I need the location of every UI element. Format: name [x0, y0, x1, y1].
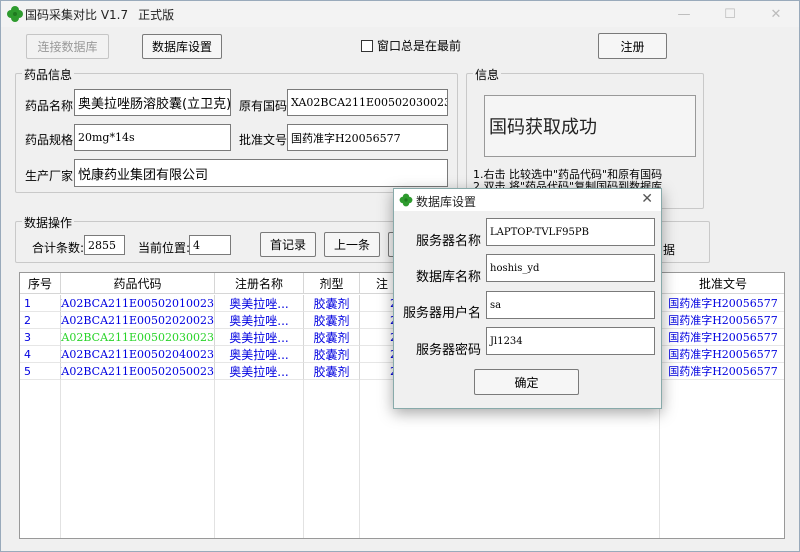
minimize-button[interactable]: —: [661, 1, 707, 27]
total-count-label: 合计条数:: [32, 241, 85, 255]
table-row-approval[interactable]: 国药准字H20056577: [660, 312, 784, 329]
title-bar: 国码采集对比 V1.7 正式版 — ☐ ✕: [1, 1, 799, 27]
dialog-title-bar: 数据库设置 ✕: [394, 189, 661, 211]
always-on-top-checkbox[interactable]: 窗口总是在最前: [361, 37, 461, 54]
server-name-label: 服务器名称: [416, 234, 482, 249]
prev-record-button[interactable]: 上一条: [324, 232, 380, 257]
table-row-name[interactable]: 奥美拉唑...: [215, 295, 304, 312]
connect-db-button[interactable]: 连接数据库: [26, 34, 109, 59]
maker-label: 生产厂家: [25, 169, 74, 183]
table-row-name[interactable]: 奥美拉唑...: [215, 346, 304, 363]
app-title: 国码采集对比 V1.7: [25, 8, 129, 22]
drug-spec-field[interactable]: 20mg*14s: [74, 124, 231, 151]
table-row-form[interactable]: 胶囊剂: [304, 312, 360, 329]
table-row-code[interactable]: XA02BCA211E005020500239: [61, 363, 215, 380]
drug-spec-label: 药品规格: [25, 133, 74, 147]
db-name-field[interactable]: hoshis_yd: [486, 254, 655, 282]
orig-code-label: 原有国码: [239, 99, 288, 113]
table-row-approval[interactable]: 国药准字H20056577: [660, 346, 784, 363]
maximize-button[interactable]: ☐: [707, 1, 753, 27]
table-row-form[interactable]: 胶囊剂: [304, 329, 360, 346]
col-divider: [214, 380, 215, 538]
col-header-no[interactable]: 序号: [20, 273, 61, 294]
checkbox-box[interactable]: [361, 39, 373, 52]
approval-label: 批准文号: [239, 133, 288, 147]
table-row-approval[interactable]: 国药准字H20056577: [660, 363, 784, 380]
col-header-name[interactable]: 注册名称: [215, 273, 304, 294]
table-row-no[interactable]: 2: [20, 312, 61, 329]
db-settings-dialog: 数据库设置 ✕ 服务器名称 LAPTOP-TVLF95PB 数据库名称 hosh…: [393, 188, 662, 409]
clover-icon: [399, 193, 413, 207]
table-row-code[interactable]: XA02BCA211E005020400239: [61, 346, 215, 363]
db-name-label: 数据库名称: [416, 270, 482, 285]
col-divider: [303, 380, 304, 538]
server-password-field[interactable]: Jl1234: [486, 327, 655, 355]
dialog-title: 数据库设置: [416, 195, 477, 209]
window-title: 国码采集对比 V1.7 正式版: [25, 6, 174, 23]
drug-name-field[interactable]: 奥美拉唑肠溶胶囊(立卫克): [74, 89, 231, 116]
col-header-code[interactable]: 药品代码: [61, 273, 215, 294]
server-user-label: 服务器用户名: [403, 306, 482, 321]
info-group-label: 信息: [473, 66, 502, 83]
always-on-top-label: 窗口总是在最前: [377, 39, 462, 53]
partial-button-text: 据: [663, 243, 676, 257]
table-row-form[interactable]: 胶囊剂: [304, 295, 360, 312]
table-row-code[interactable]: XA02BCA211E005020100239: [61, 295, 215, 312]
table-row-code[interactable]: XA02BCA211E005020200239: [61, 312, 215, 329]
server-password-label: 服务器密码: [416, 343, 482, 358]
drug-name-label: 药品名称: [25, 99, 74, 113]
table-row-name[interactable]: 奥美拉唑...: [215, 329, 304, 346]
table-row-form[interactable]: 胶囊剂: [304, 363, 360, 380]
current-pos-field: 4: [189, 235, 231, 255]
table-row-approval[interactable]: 国药准字H20056577: [660, 329, 784, 346]
col-header-form[interactable]: 剂型: [304, 273, 360, 294]
drug-info-group-label: 药品信息: [22, 66, 75, 83]
approval-field[interactable]: 国药准字H20056577: [287, 124, 448, 151]
table-row-no[interactable]: 1: [20, 295, 61, 312]
maker-field[interactable]: 悦康药业集团有限公司: [74, 159, 448, 187]
table-row-no[interactable]: 3: [20, 329, 61, 346]
ok-button[interactable]: 确定: [474, 369, 579, 395]
first-record-button[interactable]: 首记录: [260, 232, 316, 257]
close-button[interactable]: ✕: [753, 1, 799, 27]
table-row-approval[interactable]: 国药准字H20056577: [660, 295, 784, 312]
col-divider: [359, 380, 360, 538]
orig-code-field[interactable]: XA02BCA211E005020300239: [287, 89, 448, 116]
table-row-no[interactable]: 4: [20, 346, 61, 363]
edition-label: 正式版: [138, 8, 175, 22]
dialog-close-button[interactable]: ✕: [641, 191, 653, 207]
server-user-field[interactable]: sa: [486, 291, 655, 319]
current-pos-label: 当前位置:: [138, 241, 191, 255]
table-row-form[interactable]: 胶囊剂: [304, 346, 360, 363]
table-row-code-highlighted[interactable]: XA02BCA211E005020300239: [61, 329, 215, 346]
table-row-name[interactable]: 奥美拉唑...: [215, 363, 304, 380]
main-window: 国码采集对比 V1.7 正式版 — ☐ ✕ 连接数据库 数据库设置 窗口总是在最前…: [0, 0, 800, 552]
status-box: 国码获取成功: [484, 95, 696, 157]
col-divider: [60, 380, 61, 538]
data-ops-group-label: 数据操作: [22, 214, 75, 231]
register-button[interactable]: 注册: [598, 33, 667, 59]
total-count-field: 2855: [84, 235, 125, 255]
table-row-no[interactable]: 5: [20, 363, 61, 380]
col-header-approval[interactable]: 批准文号: [660, 273, 784, 294]
table-row-name[interactable]: 奥美拉唑...: [215, 312, 304, 329]
clover-icon: [7, 6, 23, 22]
server-name-field[interactable]: LAPTOP-TVLF95PB: [486, 218, 655, 246]
db-settings-button[interactable]: 数据库设置: [142, 34, 222, 59]
